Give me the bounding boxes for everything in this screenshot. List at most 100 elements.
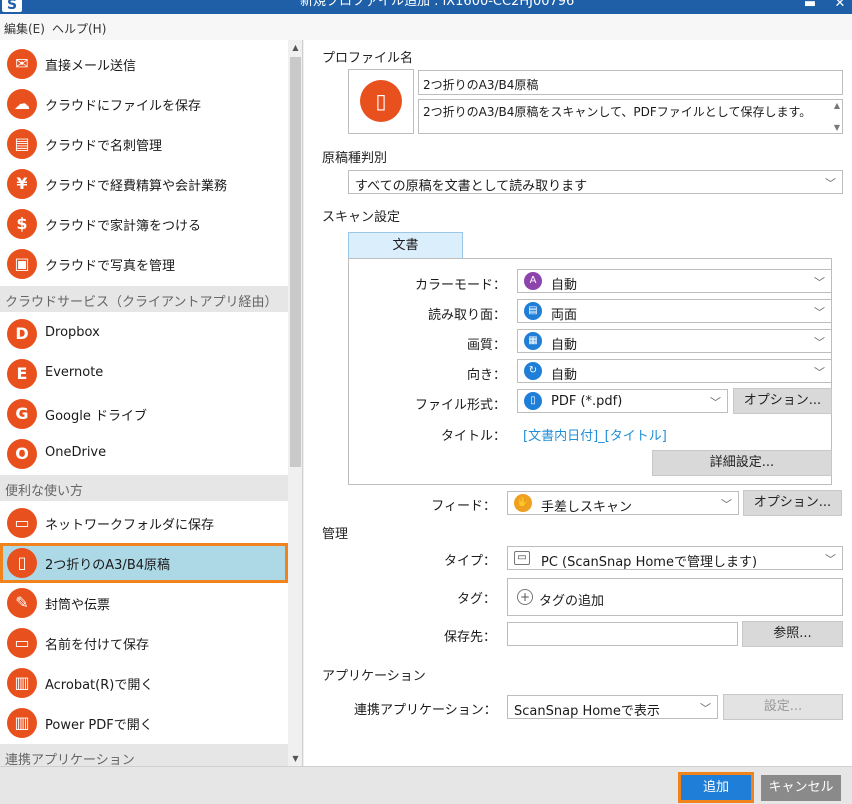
profile-settings-panel: プロファイル名 ▯ 2つ折りのA3/B4原稿 2つ折りのA3/B4原稿をスキャン… [304, 40, 852, 766]
receipt-icon: $ [7, 209, 37, 239]
tag-label: タグ： [456, 592, 496, 607]
color-mode-select[interactable]: A 自動 ﹀ [517, 269, 832, 293]
feed-select[interactable]: ✋ 手差しスキャン ﹀ [507, 491, 739, 515]
detail-settings-button[interactable]: 詳細設定... [652, 450, 832, 476]
scroll-thumb[interactable] [290, 57, 301, 467]
title-bar: S 新規プロファイル追加 : iX1600-CC2HJ00796 ▬ ✕ [0, 0, 852, 14]
linked-app-select[interactable]: ScanSnap Homeで表示 ﹀ [507, 695, 718, 719]
business-card-icon: ▤ [7, 129, 37, 159]
pc-icon: ▭ [514, 551, 530, 565]
scroll-down-icon[interactable]: ▼ [288, 751, 302, 766]
feed-options-button[interactable]: オプション... [743, 490, 842, 516]
browse-button[interactable]: 参照... [742, 621, 843, 647]
linked-app-label: 連携アプリケーション： [354, 703, 497, 718]
network-folder-icon: ▭ [7, 508, 37, 538]
list-item-power-pdf[interactable]: ▥ Power PDFで開く [0, 703, 288, 743]
scan-settings-heading: スキャン設定 [322, 210, 401, 225]
orientation-select[interactable]: ↻ 自動 ﹀ [517, 359, 832, 383]
list-item-evernote[interactable]: E Evernote [0, 354, 288, 394]
list-item-google-drive[interactable]: G Google ドライブ [0, 394, 288, 434]
scroll-up-icon[interactable]: ▲ [288, 40, 302, 55]
list-item-label: Power PDFで開く [45, 718, 153, 733]
cancel-button[interactable]: キャンセル [761, 775, 841, 801]
list-item-label: クラウドで経費精算や会計業務 [45, 179, 228, 194]
profile-name-input[interactable]: 2つ折りのA3/B4原稿 [418, 70, 843, 95]
tag-input[interactable]: + タグの追加 [507, 578, 843, 616]
section-header-cloud: クラウドサービス（クライアントアプリ経由） [0, 286, 288, 312]
title-label: タイトル： [440, 429, 506, 444]
quality-select[interactable]: ▦ 自動 ﹀ [517, 329, 832, 353]
chevron-down-icon: ﹀ [700, 702, 711, 715]
list-item-acrobat[interactable]: ▥ Acrobat(R)で開く [0, 663, 288, 703]
list-item-label: 直接メール送信 [45, 59, 137, 74]
list-item-label: クラウドにファイルを保存 [45, 99, 202, 114]
list-item-folded-a3[interactable]: ▯ 2つ折りのA3/B4原稿 [0, 543, 288, 583]
google-drive-icon: G [7, 399, 37, 429]
save-to-label: 保存先： [443, 630, 496, 645]
chevron-down-icon: ﹀ [710, 396, 721, 409]
chevron-down-icon: ﹀ [814, 336, 825, 349]
file-format-label: ファイル形式： [414, 398, 506, 413]
menu-help[interactable]: ヘルプ(H) [52, 20, 106, 37]
manage-heading: 管理 [322, 527, 349, 542]
quality-label: 画質： [466, 338, 506, 353]
menu-edit[interactable]: 編集(E) [4, 20, 45, 37]
application-heading: アプリケーション [322, 669, 426, 684]
list-item-save-as[interactable]: ▭ 名前を付けて保存 [0, 623, 288, 663]
list-item-expense[interactable]: ¥ クラウドで経費精算や会計業務 [0, 164, 288, 204]
doc-type-select[interactable]: すべての原稿を文書として読み取ります ﹀ [348, 170, 843, 194]
list-item-network-folder[interactable]: ▭ ネットワークフォルダに保存 [0, 503, 288, 543]
window-title: 新規プロファイル追加 : iX1600-CC2HJ00796 [300, 0, 575, 9]
close-button[interactable]: ✕ [830, 0, 850, 12]
file-format-select[interactable]: ▯ PDF (*.pdf) ﹀ [517, 389, 728, 413]
folded-document-icon: ▯ [360, 80, 402, 122]
list-item-envelope[interactable]: ✎ 封筒や伝票 [0, 583, 288, 623]
quality-auto-icon: ▦ [524, 332, 542, 350]
photo-icon: ▣ [7, 249, 37, 279]
list-item-onedrive[interactable]: O OneDrive [0, 434, 288, 474]
color-mode-label: カラーモード： [414, 278, 506, 293]
tab-document[interactable]: 文書 [348, 232, 463, 259]
dropbox-icon: D [7, 319, 37, 349]
list-item-household[interactable]: $ クラウドで家計簿をつける [0, 204, 288, 244]
profile-name-heading: プロファイル名 [322, 51, 414, 66]
chevron-down-icon: ﹀ [814, 306, 825, 319]
profile-icon-box[interactable]: ▯ [348, 69, 414, 134]
menu-bar: 編集(E) ヘルプ(H) [0, 14, 852, 40]
minimize-button[interactable]: ▬ [800, 0, 820, 12]
type-select[interactable]: ▭ PC (ScanSnap Homeで管理します) ﹀ [507, 546, 843, 570]
scan-side-label: 読み取り面： [427, 308, 506, 323]
book-icon: ▥ [7, 668, 37, 698]
list-item-label: Dropbox [45, 325, 100, 340]
color-auto-icon: A [524, 272, 542, 290]
profile-description-input[interactable]: 2つ折りのA3/B4原稿をスキャンして、PDFファイルとして保存します。 ▲ ▼ [418, 99, 843, 134]
manual-feed-icon: ✋ [514, 494, 532, 512]
list-scrollbar[interactable]: ▲ ▼ [288, 40, 302, 766]
list-item-cloud-save[interactable]: ☁ クラウドにファイルを保存 [0, 84, 288, 124]
scan-side-select[interactable]: ▤ 両面 ﹀ [517, 299, 832, 323]
add-tag-label[interactable]: タグの追加 [539, 590, 604, 609]
save-to-input[interactable] [507, 622, 738, 646]
app-settings-button[interactable]: 設定... [723, 694, 843, 720]
evernote-icon: E [7, 359, 37, 389]
list-item-photo[interactable]: ▣ クラウドで写真を管理 [0, 244, 288, 284]
list-item-label: Evernote [45, 365, 104, 380]
scroll-down-icon[interactable]: ▼ [834, 123, 840, 132]
list-item-label: 名前を付けて保存 [45, 638, 150, 653]
list-item-label: Acrobat(R)で開く [45, 678, 154, 693]
onedrive-icon: O [7, 439, 37, 469]
envelope-icon: ✎ [7, 588, 37, 618]
scroll-up-icon[interactable]: ▲ [834, 101, 840, 110]
chevron-down-icon: ﹀ [721, 498, 732, 511]
title-template-link[interactable]: [文書内日付]_[タイトル] [523, 425, 667, 444]
file-format-options-button[interactable]: オプション... [733, 388, 832, 414]
list-item-dropbox[interactable]: D Dropbox [0, 314, 288, 354]
list-item-business-card[interactable]: ▤ クラウドで名刺管理 [0, 124, 288, 164]
mail-icon: ✉ [7, 49, 37, 79]
add-button[interactable]: 追加 [678, 772, 754, 803]
list-item-direct-mail[interactable]: ✉ 直接メール送信 [0, 44, 288, 84]
plus-icon: + [517, 589, 533, 605]
list-item-label: 2つ折りのA3/B4原稿 [45, 558, 171, 573]
profile-list-panel: ✉ 直接メール送信 ☁ クラウドにファイルを保存 ▤ クラウドで名刺管理 ¥ ク… [0, 40, 303, 766]
folder-icon: ▭ [7, 628, 37, 658]
